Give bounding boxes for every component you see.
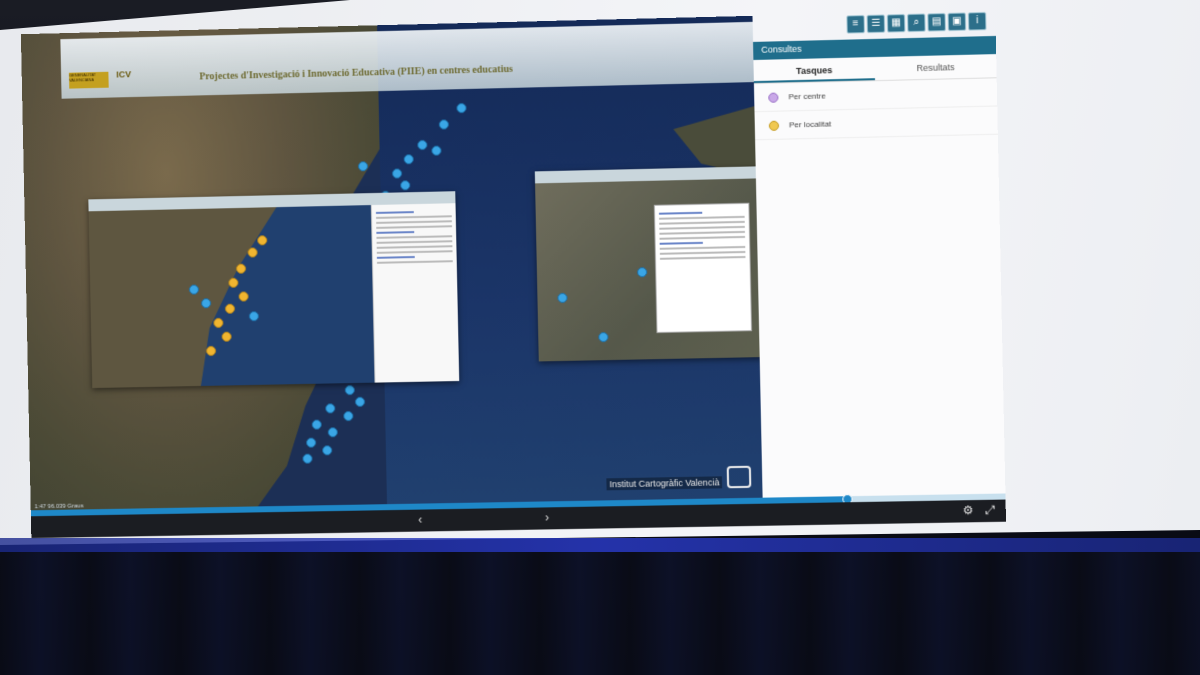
locality-marker[interactable] xyxy=(213,317,224,328)
info-icon[interactable]: i xyxy=(967,11,987,31)
map-toolbar: ≡ ☰ ▦ ⌕ ▤ ▣ i xyxy=(846,11,987,34)
popup-line xyxy=(659,215,745,220)
school-marker[interactable] xyxy=(557,292,568,304)
result-line xyxy=(376,231,415,234)
layers-icon[interactable]: ≡ xyxy=(846,15,865,34)
search-icon[interactable]: ⌕ xyxy=(907,13,926,33)
grid-icon[interactable]: ▦ xyxy=(886,14,906,33)
popup-line xyxy=(659,230,745,235)
school-marker[interactable] xyxy=(344,385,355,396)
table-icon[interactable]: ▤ xyxy=(927,13,946,32)
settings-gear-icon[interactable]: ⚙ xyxy=(960,503,977,517)
school-marker[interactable] xyxy=(325,403,336,414)
option-per-localitat[interactable]: Per localitat xyxy=(754,106,998,141)
locality-marker[interactable] xyxy=(247,247,258,258)
popup-line xyxy=(659,235,746,240)
result-line xyxy=(376,220,452,224)
popup-line xyxy=(659,245,746,250)
popup-line xyxy=(659,255,746,260)
option-label: Per centre xyxy=(788,91,826,102)
school-marker[interactable] xyxy=(598,332,609,343)
popup-line xyxy=(659,225,745,230)
inset-land xyxy=(89,205,375,388)
school-marker[interactable] xyxy=(322,445,333,456)
school-marker[interactable] xyxy=(311,419,322,430)
screenshot-inset-detail xyxy=(534,162,763,362)
result-line xyxy=(376,260,453,264)
map-application: GENERALITAT VALENCIANA ICV Projectes d'I… xyxy=(20,10,1007,540)
inset-result-panel xyxy=(370,203,460,383)
result-line xyxy=(376,240,453,244)
locality-marker[interactable] xyxy=(221,331,232,342)
map-view[interactable]: GENERALITAT VALENCIANA ICV Projectes d'I… xyxy=(20,15,763,511)
result-line xyxy=(376,250,453,254)
presentation-room: GENERALITAT VALENCIANA ICV Projectes d'I… xyxy=(0,0,1200,675)
result-line xyxy=(376,235,453,239)
option-label: Per localitat xyxy=(788,119,832,130)
popup-line xyxy=(659,241,703,245)
next-slide-button[interactable]: › xyxy=(539,510,555,524)
result-line xyxy=(376,256,415,259)
prev-slide-button[interactable]: ‹ xyxy=(412,512,428,527)
inset-map xyxy=(88,205,375,389)
locality-marker[interactable] xyxy=(235,263,247,274)
result-line xyxy=(375,211,414,214)
stage-floor xyxy=(0,552,1200,675)
locality-marker[interactable] xyxy=(238,291,249,302)
icv-watermark-icon xyxy=(726,465,752,489)
popup-line xyxy=(659,250,746,255)
tab-resultats[interactable]: Resultats xyxy=(875,54,997,80)
result-line xyxy=(376,215,452,219)
icv-logo: ICV xyxy=(116,69,132,80)
list-icon[interactable]: ☰ xyxy=(866,14,886,34)
screenshot-inset-region xyxy=(88,191,460,389)
popup-line xyxy=(659,211,702,215)
popup-line xyxy=(659,220,745,225)
feature-popup xyxy=(653,202,753,334)
purple-circle-icon xyxy=(768,92,779,103)
school-marker[interactable] xyxy=(302,453,313,464)
generalitat-logo: GENERALITAT VALENCIANA xyxy=(68,71,109,89)
print-icon[interactable]: ▣ xyxy=(947,12,967,32)
yellow-circle-icon xyxy=(768,120,780,131)
stage-light-strip xyxy=(0,538,1200,552)
result-line xyxy=(376,245,453,249)
tab-tasques[interactable]: Tasques xyxy=(753,57,876,84)
locality-marker[interactable] xyxy=(228,277,239,288)
locality-marker[interactable] xyxy=(257,235,268,246)
locality-marker[interactable] xyxy=(206,345,217,357)
school-marker[interactable] xyxy=(327,427,338,438)
school-marker[interactable] xyxy=(354,396,366,407)
query-panel: Consultes Tasques Resultats Per centre P… xyxy=(753,35,1006,514)
result-line xyxy=(376,225,453,229)
school-marker[interactable] xyxy=(306,437,317,448)
page-title: Projectes d'Investigació i Innovació Edu… xyxy=(199,63,513,83)
school-marker[interactable] xyxy=(343,410,354,422)
fullscreen-icon[interactable]: ⤢ xyxy=(982,503,999,518)
map-credit: Institut Cartogràfic Valencià xyxy=(606,476,723,491)
school-marker[interactable] xyxy=(637,267,648,278)
locality-marker[interactable] xyxy=(224,303,236,314)
school-marker[interactable] xyxy=(248,311,259,322)
